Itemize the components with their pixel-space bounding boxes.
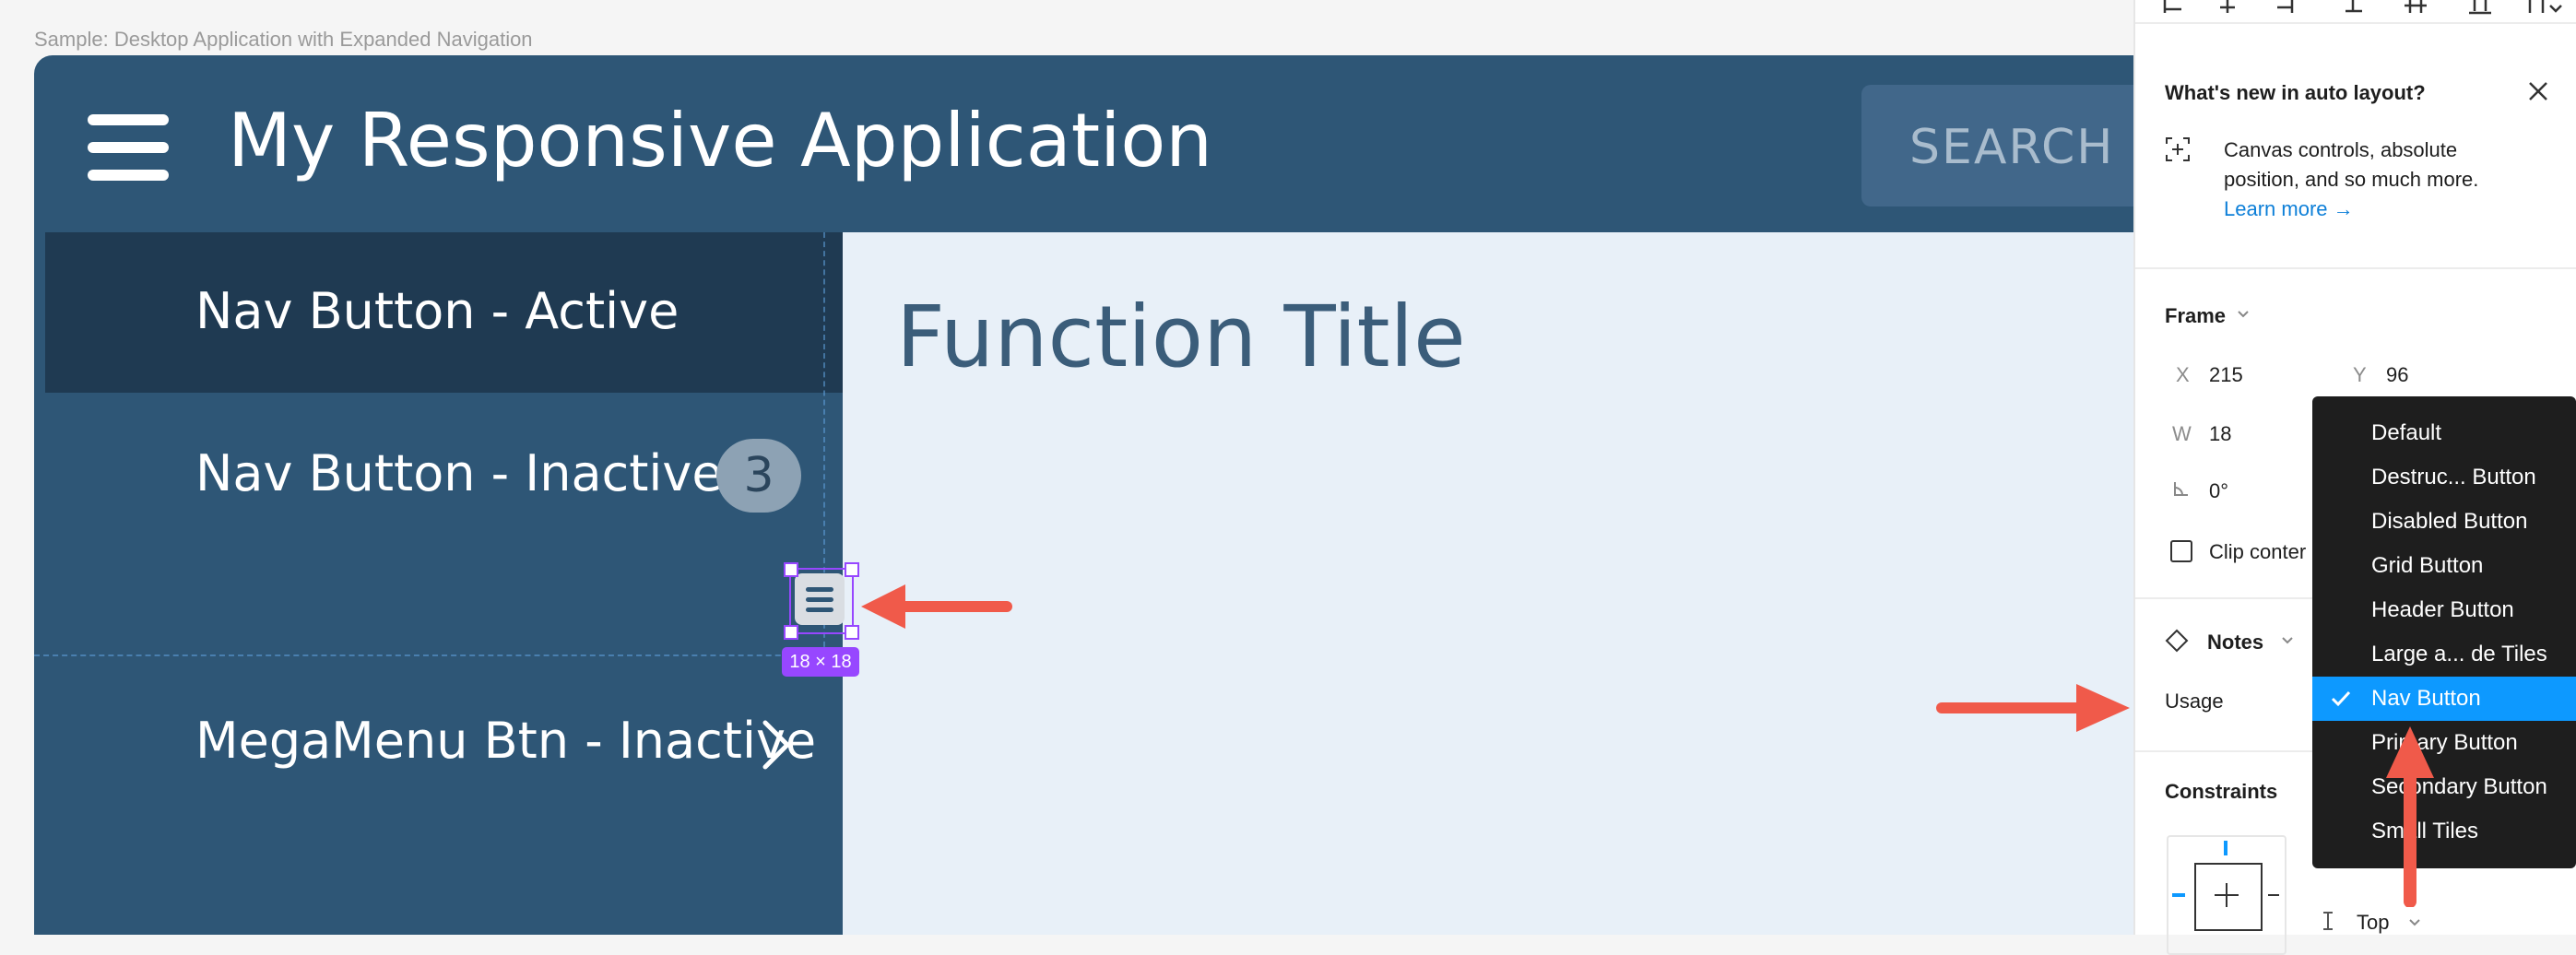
canvas-controls-icon <box>2166 137 2190 161</box>
rotation-input[interactable]: 0° <box>2209 479 2228 503</box>
clip-content-label: Clip conter <box>2209 540 2307 563</box>
frame-section-label[interactable]: Frame <box>2165 304 2226 328</box>
promo-body-line2: position, and so much more. <box>2224 168 2479 191</box>
y-label: Y <box>2353 363 2367 386</box>
chevron-right-icon <box>762 720 790 770</box>
option-label: Header Button <box>2371 597 2514 622</box>
y-input[interactable]: 96 <box>2386 363 2408 387</box>
chevron-down-icon[interactable] <box>2281 634 2294 647</box>
option-label: Default <box>2371 420 2442 445</box>
layout-guide-horizontal <box>34 654 827 656</box>
vertical-constraint-select[interactable]: Top <box>2357 911 2389 935</box>
dropdown-option[interactable]: Small Tiles <box>2312 809 2576 854</box>
function-title: Function Title <box>896 288 1466 386</box>
clip-content-checkbox[interactable] <box>2170 540 2192 562</box>
dropdown-option[interactable]: Disabled Button <box>2312 500 2576 544</box>
annotation-arrow-up <box>2386 726 2434 907</box>
constraints-widget[interactable] <box>2167 835 2286 955</box>
constraint-left-indicator[interactable] <box>2172 893 2185 897</box>
resize-handle[interactable] <box>845 562 859 577</box>
megamenu-button-inactive[interactable]: MegaMenu Btn - Inactive <box>45 638 843 831</box>
option-label: Disabled Button <box>2371 509 2528 534</box>
design-canvas[interactable]: Sample: Desktop Application with Expande… <box>0 0 2133 935</box>
selection-bounding-box[interactable] <box>784 562 859 640</box>
diamond-icon <box>2165 629 2189 653</box>
nav-count-badge: 3 <box>716 439 801 513</box>
notes-label[interactable]: Notes <box>2207 631 2263 654</box>
usage-dropdown-menu: Default Destruc... Button Disabled Butto… <box>2312 396 2576 868</box>
resize-handle[interactable] <box>784 625 798 640</box>
option-label: Destruc... Button <box>2371 465 2536 489</box>
w-label: W <box>2172 422 2192 445</box>
promo-body-line1: Canvas controls, absolute <box>2224 138 2458 161</box>
option-label: Large a... de Tiles <box>2371 642 2547 666</box>
plus-vertical <box>2226 883 2227 907</box>
annotation-arrow-left <box>861 584 1012 629</box>
megamenu-button-label: MegaMenu Btn - Inactive <box>195 712 817 770</box>
constraints-box <box>2194 863 2263 931</box>
dropdown-option[interactable]: Header Button <box>2312 588 2576 632</box>
search-box[interactable]: SEARCH <box>1861 85 2133 206</box>
dropdown-option[interactable]: Primary Button <box>2312 721 2576 765</box>
promo-heading: What's new in auto layout? <box>2165 81 2426 104</box>
constraints-label: Constraints <box>2165 780 2278 803</box>
vertical-constraint-icon <box>2323 912 2333 930</box>
app-title: My Responsive Application <box>228 98 1213 183</box>
sidebar-nav: Nav Button - Active Nav Button - Inactiv… <box>34 232 843 935</box>
dropdown-option[interactable]: Grid Button <box>2312 544 2576 588</box>
app-header: My Responsive Application SEARCH <box>34 55 2133 232</box>
dropdown-option[interactable]: Default <box>2312 411 2576 455</box>
alignment-toolbar-icons[interactable] <box>2145 0 2569 17</box>
app-frame[interactable]: My Responsive Application SEARCH Nav But… <box>34 55 2133 935</box>
hamburger-menu-icon[interactable] <box>88 114 169 181</box>
constraint-right-indicator[interactable] <box>2268 894 2279 896</box>
close-icon[interactable] <box>2526 79 2550 103</box>
option-label: Nav Button <box>2371 686 2481 711</box>
usage-label: Usage <box>2165 690 2224 713</box>
nav-button-label: Nav Button - Inactive <box>195 444 723 502</box>
dropdown-option[interactable]: Destruc... Button <box>2312 455 2576 500</box>
dropdown-option[interactable]: Large a... de Tiles <box>2312 632 2576 677</box>
rotation-icon <box>2174 482 2188 496</box>
x-input[interactable]: 215 <box>2209 363 2243 387</box>
learn-more-link[interactable]: Learn more → <box>2224 197 2354 221</box>
selection-size-label: 18 × 18 <box>782 647 859 677</box>
chevron-down-icon[interactable] <box>2237 308 2250 321</box>
resize-handle[interactable] <box>784 562 798 577</box>
w-input[interactable]: 18 <box>2209 422 2231 446</box>
chevron-down-icon[interactable] <box>2408 916 2421 929</box>
option-label: Grid Button <box>2371 553 2484 578</box>
nav-button-active[interactable]: Nav Button - Active <box>45 232 843 393</box>
nav-button-label: Nav Button - Active <box>195 282 679 340</box>
dropdown-option[interactable]: Secondary Button <box>2312 765 2576 809</box>
x-label: X <box>2176 363 2190 386</box>
annotation-arrow-right <box>1936 684 2130 732</box>
frame-label[interactable]: Sample: Desktop Application with Expande… <box>34 28 533 52</box>
constraint-top-indicator[interactable] <box>2224 841 2227 855</box>
dropdown-option-selected[interactable]: Nav Button <box>2312 677 2576 721</box>
search-label: SEARCH <box>1909 120 2115 175</box>
checkmark-icon <box>2331 690 2351 707</box>
